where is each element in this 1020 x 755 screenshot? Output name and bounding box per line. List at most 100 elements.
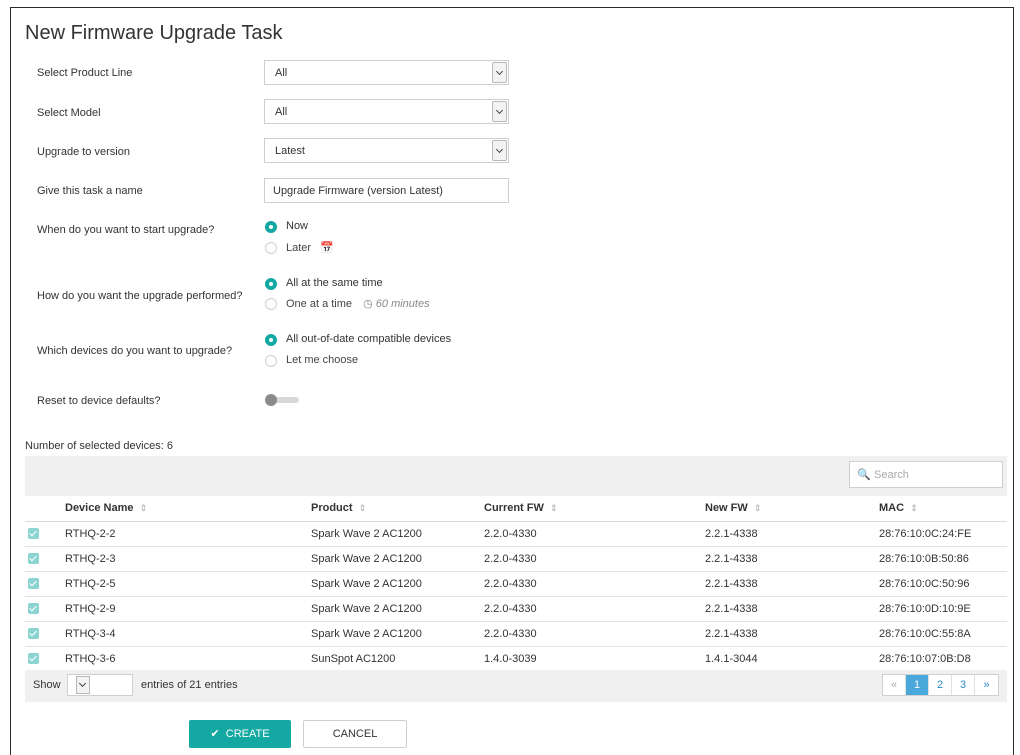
new-fw-cell: 2.2.1-4338 <box>705 571 879 597</box>
mac-cell: 28:76:10:0C:50:96 <box>879 571 1007 597</box>
column-label: New FW <box>705 502 748 515</box>
page-length-select[interactable]: 10 <box>67 674 133 696</box>
new-fw-cell: 2.2.1-4338 <box>705 596 879 622</box>
row-checkbox[interactable] <box>28 528 39 540</box>
devices-all-radio[interactable] <box>265 334 277 346</box>
version-label: Upgrade to version <box>37 146 130 158</box>
current-fw-cell: 2.2.0-4330 <box>484 596 705 622</box>
current-fw-cell: 2.2.0-4330 <box>484 546 705 572</box>
new-fw-cell: 2.2.1-4338 <box>705 546 879 572</box>
table-footer: Show 10 entries of 21 entries « 1 2 3 » <box>25 670 1007 702</box>
product-cell: Spark Wave 2 AC1200 <box>311 596 484 622</box>
table-row[interactable]: RTHQ-3-6 SunSpot AC1200 1.4.0-3039 1.4.1… <box>25 646 1007 672</box>
sort-icon[interactable]: ⇕ <box>140 503 148 513</box>
product-cell: SunSpot AC1200 <box>311 646 484 672</box>
cancel-button[interactable]: CANCEL <box>303 720 407 748</box>
pagination: « 1 2 3 » <box>882 674 999 696</box>
model-label: Select Model <box>37 107 101 119</box>
entries-info: entries of 21 entries <box>141 679 238 691</box>
devices-choose-radio[interactable] <box>265 355 277 367</box>
select-column-header <box>25 496 65 522</box>
table-row[interactable]: RTHQ-3-4 Spark Wave 2 AC1200 2.2.0-4330 … <box>25 621 1007 647</box>
duration-note: ◷ 60 minutes <box>363 298 429 310</box>
product-cell: Spark Wave 2 AC1200 <box>311 521 484 547</box>
column-label: Current FW <box>484 502 544 515</box>
dialog-frame: New Firmware Upgrade Task Select Product… <box>10 7 1014 755</box>
perform-one-radio[interactable] <box>265 298 277 310</box>
start-later-option[interactable]: Later 📅 <box>286 241 334 254</box>
search-input[interactable]: 🔍 Search <box>849 461 1003 488</box>
mac-cell: 28:76:10:07:0B:D8 <box>879 646 1007 672</box>
device-name-cell: RTHQ-2-5 <box>65 571 311 597</box>
table-row[interactable]: RTHQ-2-5 Spark Wave 2 AC1200 2.2.0-4330 … <box>25 571 1007 597</box>
new-fw-cell: 1.4.1-3044 <box>705 646 879 672</box>
search-icon: 🔍 <box>857 469 871 481</box>
selected-count: Number of selected devices: 6 <box>25 440 173 452</box>
start-later-radio[interactable] <box>265 242 277 254</box>
devices-table: Device Name ⇕ Product ⇕ Current FW ⇕ New FW… <box>25 496 1007 672</box>
column-label: MAC <box>879 502 905 515</box>
row-checkbox[interactable] <box>28 603 39 615</box>
new-fw-cell: 2.2.1-4338 <box>705 621 879 647</box>
row-checkbox[interactable] <box>28 578 39 590</box>
product-cell: Spark Wave 2 AC1200 <box>311 571 484 597</box>
sort-icon[interactable]: ⇕ <box>359 503 367 513</box>
prev-page-button[interactable]: « <box>883 675 906 695</box>
start-later-label: Later <box>286 242 312 254</box>
sort-icon[interactable]: ⇕ <box>754 503 762 513</box>
column-product[interactable]: Product ⇕ <box>311 496 484 522</box>
sort-icon[interactable]: ⇕ <box>910 503 918 513</box>
product-line-value: All <box>275 67 288 79</box>
sort-icon[interactable]: ⇕ <box>550 503 558 513</box>
page-2-button[interactable]: 2 <box>929 675 952 695</box>
column-current-fw[interactable]: Current FW ⇕ <box>484 496 705 522</box>
page-3-button[interactable]: 3 <box>952 675 975 695</box>
row-checkbox[interactable] <box>28 653 39 665</box>
toggle-knob <box>265 394 277 406</box>
mac-cell: 28:76:10:0C:55:8A <box>879 621 1007 647</box>
clock-icon: ◷ <box>363 298 373 310</box>
product-line-select[interactable]: All <box>264 60 509 85</box>
perform-one-option[interactable]: One at a time ◷ 60 minutes <box>286 297 430 310</box>
product-cell: Spark Wave 2 AC1200 <box>311 621 484 647</box>
column-new-fw[interactable]: New FW ⇕ <box>705 496 879 522</box>
reset-label: Reset to device defaults? <box>37 395 161 407</box>
start-now-label[interactable]: Now <box>286 220 308 232</box>
perform-all-label[interactable]: All at the same time <box>286 277 383 289</box>
devices-all-label[interactable]: All out-of-date compatible devices <box>286 333 451 345</box>
check-icon: ✔ <box>210 728 220 740</box>
create-button[interactable]: ✔ CREATE <box>189 720 291 748</box>
devices-label: Which devices do you want to upgrade? <box>37 345 233 357</box>
column-device-name[interactable]: Device Name ⇕ <box>65 496 311 522</box>
start-label: When do you want to start upgrade? <box>37 224 215 236</box>
search-placeholder: Search <box>874 469 909 481</box>
device-name-cell: RTHQ-2-3 <box>65 546 311 572</box>
task-name-label: Give this task a name <box>37 185 143 197</box>
task-name-input[interactable]: Upgrade Firmware (version Latest) <box>264 178 509 203</box>
perform-all-radio[interactable] <box>265 278 277 290</box>
create-label: CREATE <box>225 728 270 740</box>
chevron-down-icon <box>492 140 507 161</box>
calendar-icon[interactable]: 📅 <box>320 241 334 254</box>
version-select[interactable]: Latest <box>264 138 509 163</box>
chevron-down-icon <box>492 101 507 122</box>
version-value: Latest <box>275 145 305 157</box>
mac-cell: 28:76:10:0D:10:9E <box>879 596 1007 622</box>
table-row[interactable]: RTHQ-2-9 Spark Wave 2 AC1200 2.2.0-4330 … <box>25 596 1007 622</box>
next-page-button[interactable]: » <box>975 675 998 695</box>
new-fw-cell: 2.2.1-4338 <box>705 521 879 547</box>
device-name-cell: RTHQ-2-9 <box>65 596 311 622</box>
row-checkbox[interactable] <box>28 553 39 565</box>
table-row[interactable]: RTHQ-2-2 Spark Wave 2 AC1200 2.2.0-4330 … <box>25 521 1007 547</box>
reset-toggle[interactable] <box>265 394 299 406</box>
row-checkbox[interactable] <box>28 628 39 640</box>
column-mac[interactable]: MAC ⇕ <box>879 496 1007 522</box>
table-row[interactable]: RTHQ-2-3 Spark Wave 2 AC1200 2.2.0-4330 … <box>25 546 1007 572</box>
devices-choose-label[interactable]: Let me choose <box>286 354 358 366</box>
model-select[interactable]: All <box>264 99 509 124</box>
duration-text: 60 minutes <box>375 298 430 310</box>
column-label: Device Name <box>65 502 134 515</box>
show-label: Show <box>33 679 61 691</box>
page-1-button[interactable]: 1 <box>906 675 929 695</box>
start-now-radio[interactable] <box>265 221 277 233</box>
